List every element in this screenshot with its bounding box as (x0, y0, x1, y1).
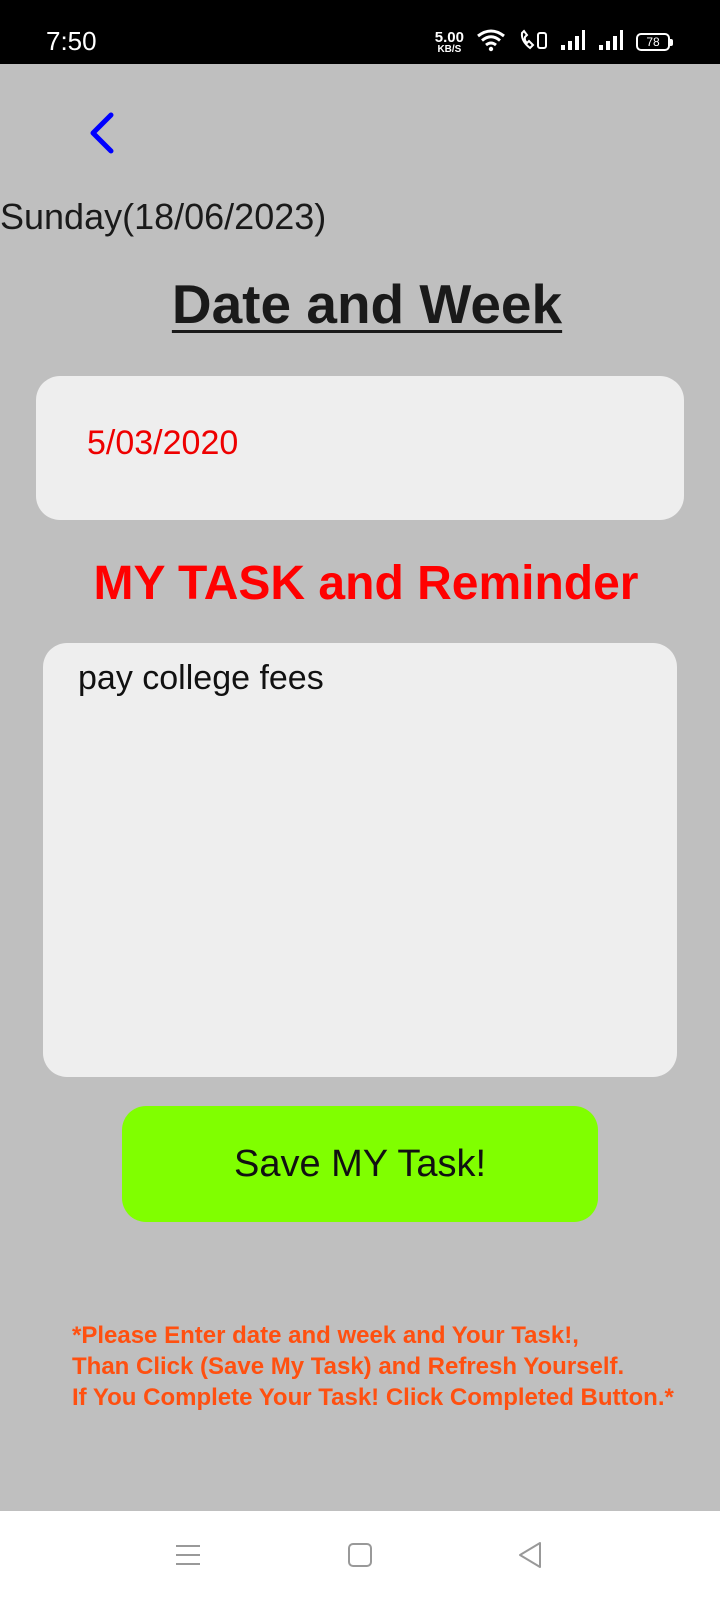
network-speed: 5.00 KB/S (435, 30, 464, 55)
network-speed-unit: KB/S (437, 43, 462, 55)
menu-icon (174, 1542, 202, 1573)
home-icon (346, 1541, 374, 1574)
task-heading: MY TASK and Reminder (93, 557, 639, 610)
signal-icon (560, 29, 586, 56)
wifi-icon (476, 28, 506, 57)
page-title: Date and Week (0, 272, 720, 336)
chevron-left-icon (87, 111, 117, 160)
save-task-button[interactable]: Save MY Task! (122, 1106, 598, 1222)
date-input-value: 5/03/2020 (87, 424, 239, 462)
call-icon (518, 28, 548, 57)
task-textarea[interactable]: pay college fees (43, 643, 677, 1077)
signal-icon (598, 29, 624, 56)
status-bar: 7:50 5.00 KB/S 78 (0, 0, 720, 64)
battery-icon: 78 (636, 33, 673, 51)
page-title-text: Date and Week (171, 273, 563, 335)
home-button[interactable] (340, 1537, 380, 1577)
status-time: 7:50 (46, 26, 97, 56)
instruction-line: *Please Enter date and week and Your Tas… (72, 1322, 579, 1349)
instruction-line: Than Click (Save My Task) and Refresh Yo… (72, 1353, 625, 1380)
instruction-line: If You Complete Your Task! Click Complet… (72, 1384, 674, 1411)
network-speed-value: 5.00 (434, 28, 464, 46)
status-icons: 5.00 KB/S 78 (435, 22, 673, 62)
date-input[interactable]: 5/03/2020 (36, 376, 684, 520)
navigation-bar (0, 1511, 720, 1600)
menu-button[interactable] (168, 1537, 208, 1577)
back-icon (516, 1540, 544, 1575)
instructions-text: *Please Enter date and week and Your Tas… (72, 1320, 674, 1413)
date-label: Sunday(18/06/2023) (0, 196, 327, 237)
back-button[interactable] (80, 110, 124, 160)
system-back-button[interactable] (510, 1537, 550, 1577)
task-textarea-value: pay college fees (78, 659, 324, 697)
